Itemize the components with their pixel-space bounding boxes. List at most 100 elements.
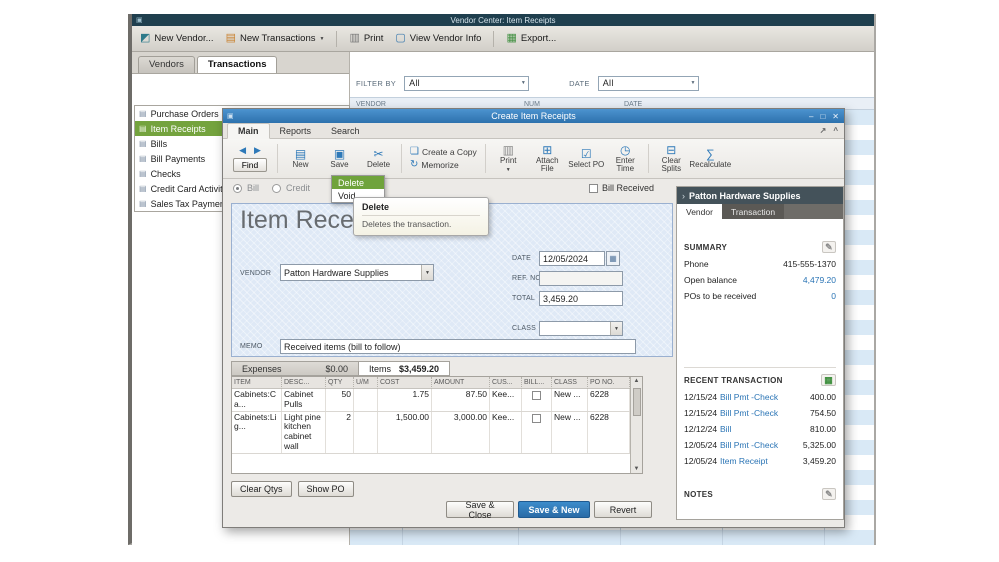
save-button[interactable]: ▣ Save [321,141,358,176]
date-filter-value: All [602,78,614,88]
tab-items[interactable]: Items $3,459.20 [359,361,451,376]
transaction-type-link[interactable]: Bill Pmt -Check [720,440,796,450]
recent-transaction-row: 12/15/24 Bill Pmt -Check 754.50 [684,408,836,418]
total-field[interactable]: 3,459.20 [539,291,623,306]
print-dropdown-button[interactable]: ▥ Print ▼ [490,141,527,176]
item-cell [522,411,552,453]
recalculate-button[interactable]: ∑ Recalculate [689,141,731,176]
items-column-header: ITEM [232,377,282,389]
summary-rows: Phone 415-555-1370 Open balance 4,479.20 POs… [684,259,836,301]
summary-value[interactable]: 0 [831,291,836,301]
attach-file-button[interactable]: ⊞ Attach File [529,141,566,176]
save-close-button[interactable]: Save & Close [446,500,514,520]
vendor-panel-header[interactable]: › Patton Hardware Supplies [677,187,843,204]
bill-radio[interactable] [233,183,242,193]
view-vendor-info-icon: ▢ [395,32,406,44]
tab-main[interactable]: Main [227,123,270,139]
item-cell [354,411,378,453]
scrollbar-thumb[interactable] [632,388,641,416]
new-vendor-label: New Vendor... [154,33,214,44]
form-icon: ▤ [139,169,147,178]
attach-file-icon: ⊞ [542,142,553,157]
recent-heading: RECENT TRANSACTION [684,375,783,385]
calendar-icon[interactable]: ▦ [606,251,620,266]
class-dropdown[interactable]: ▼ [539,321,623,336]
find-button[interactable]: Find [232,158,268,172]
new-vendor-button[interactable]: ◩ New Vendor... [140,33,214,45]
scroll-up-icon[interactable]: ▲ [634,378,640,384]
minimize-button[interactable]: – [809,112,813,121]
item-cell: New ... [552,411,588,453]
items-amount: $3,459.20 [399,363,440,374]
clear-qtys-button[interactable]: Clear Qtys [231,481,292,497]
create-copy-button[interactable]: ❏ Create a Copy [410,147,477,158]
print-button[interactable]: ▥ Print [349,33,383,45]
new-button[interactable]: ▤ New [282,141,319,176]
enter-time-button[interactable]: ◷ Enter Time [607,141,644,176]
vendor-dropdown[interactable]: Patton Hardware Supplies ▼ [280,264,434,281]
print-icon: ▥ [502,143,514,158]
items-column-header: U/M [354,377,378,389]
filter-by-dropdown[interactable]: All ▼ [404,75,530,91]
new-transactions-button[interactable]: ▤ New Transactions ▼ [226,33,325,45]
clear-splits-label: Clear Splits [661,155,682,173]
report-icon[interactable]: ▦ [821,374,836,386]
ref-no-field[interactable] [539,271,623,286]
tab-transaction[interactable]: Transaction [721,204,785,219]
view-vendor-info-button[interactable]: ▢ View Vendor Info [395,32,481,45]
billable-checkbox[interactable] [532,413,541,423]
date-field[interactable]: 12/05/2024 [539,251,605,266]
menu-item-delete[interactable]: Delete [332,176,384,189]
transaction-type-link[interactable]: Item Receipt [720,456,796,466]
expand-icon[interactable]: ↗ [820,126,827,135]
item-row[interactable]: Cabinets:Ca... Cabinet Pulls 50 1.75 87.50 Ke… [232,389,630,412]
tab-expenses[interactable]: Expenses $0.00 [231,361,359,376]
back-arrow-icon[interactable]: ◀ [239,145,246,156]
tab-transactions[interactable]: Transactions [196,56,278,73]
transaction-type-link[interactable]: Bill [720,424,796,434]
recent-transaction-row: 12/12/24 Bill 810.00 [684,424,836,434]
tab-vendor[interactable]: Vendor [677,204,722,219]
tab-reports[interactable]: Reports [270,124,322,138]
delete-label: Delete [366,159,391,169]
date-filter-dropdown[interactable]: All ▼ [597,75,699,91]
show-po-button[interactable]: Show PO [297,481,354,497]
export-button[interactable]: ▦ Export... [506,33,556,45]
memorize-button[interactable]: ↻ Memorize [410,160,477,171]
transaction-type-label: Bills [150,138,168,149]
tab-search[interactable]: Search [321,124,370,138]
item-cell: 1.75 [378,389,432,411]
column-header-vendor[interactable]: VENDOR [356,101,386,108]
bill-received-checkbox[interactable] [589,183,598,193]
edit-pencil-icon[interactable]: ✎ [822,241,836,253]
transaction-amount: 754.50 [810,408,836,418]
maximize-button[interactable]: □ [820,112,825,121]
billable-checkbox[interactable] [532,391,541,400]
column-header-num[interactable]: NUM [524,101,540,108]
forward-arrow-icon[interactable]: ▶ [254,145,261,156]
form-icon: ▤ [139,199,147,208]
select-po-button[interactable]: ☑ Select PO [568,141,605,176]
memo-field-label: MEMO [240,343,263,350]
transaction-type-link[interactable]: Bill Pmt -Check [720,392,796,402]
clear-splits-button[interactable]: ⊟ Clear Splits [653,141,690,176]
item-cell: Kee... [490,389,522,411]
memo-field[interactable]: Received items (bill to follow) [280,339,636,354]
save-new-button[interactable]: Save & New [518,501,590,518]
edit-pencil-icon[interactable]: ✎ [822,488,836,500]
items-table-scrollbar[interactable]: ▲ ▼ [630,377,642,473]
credit-radio[interactable] [272,183,282,193]
delete-button[interactable]: ✂ Delete [360,141,397,176]
create-item-receipts-dialog: ▣ Create Item Receipts – □ ✕ Main Report… [222,108,845,528]
item-row[interactable]: Cabinets:Lig... Light pine kitchen cabine… [232,411,630,454]
collapse-ribbon-icon[interactable]: ^ [833,126,838,135]
close-button[interactable]: ✕ [832,112,839,121]
transaction-type-link[interactable]: Bill Pmt -Check [720,408,796,418]
summary-value[interactable]: 4,479.20 [803,275,836,285]
transaction-date: 12/12/24 [684,424,718,434]
revert-button[interactable]: Revert [594,501,652,518]
scroll-down-icon[interactable]: ▼ [634,466,640,472]
item-cell: 3,000.00 [432,411,490,453]
column-header-date[interactable]: DATE [624,101,642,108]
tab-vendors[interactable]: Vendors [138,56,195,73]
